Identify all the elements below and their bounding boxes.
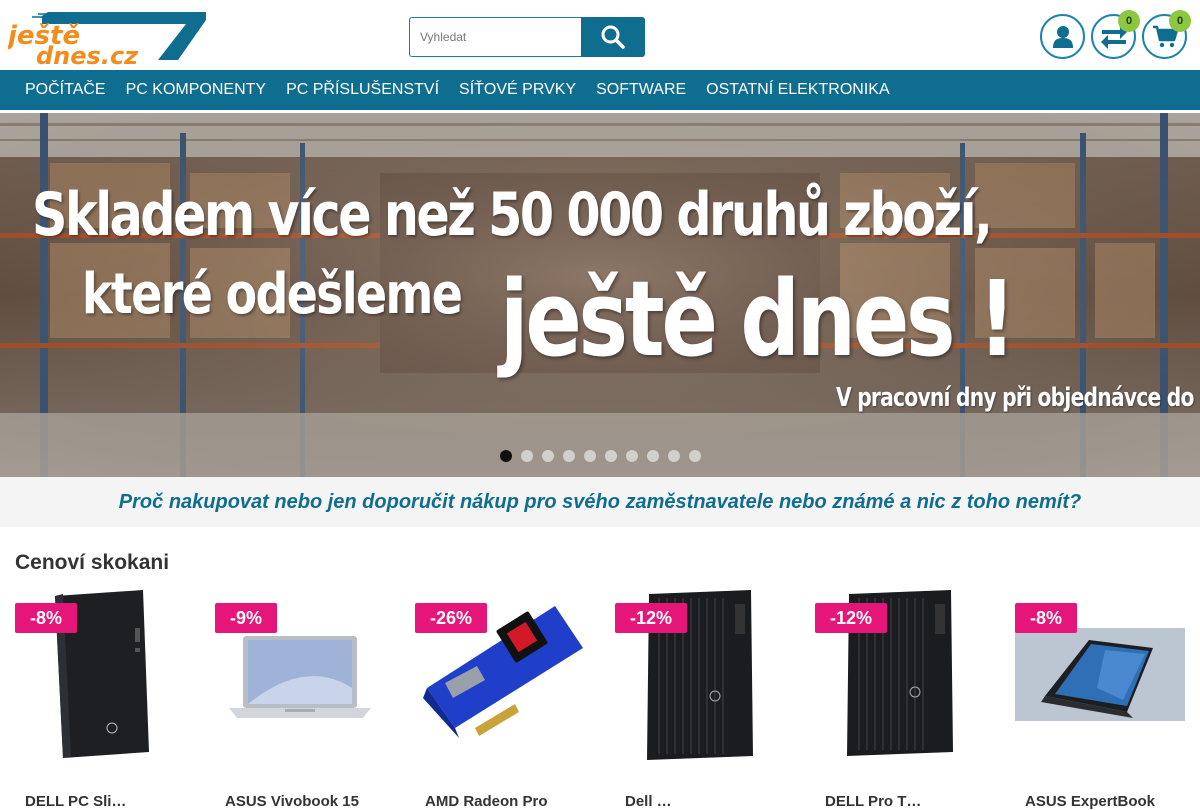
- compare-button[interactable]: 0: [1091, 10, 1140, 59]
- slider-dot[interactable]: [542, 450, 554, 462]
- product-card[interactable]: -8% DELL PC Sli…: [15, 588, 185, 810]
- slider-dot[interactable]: [584, 450, 596, 462]
- search-input[interactable]: [409, 17, 581, 57]
- slider-dot[interactable]: [605, 450, 617, 462]
- product-name[interactable]: DELL Pro T…: [825, 793, 921, 810]
- banner-headline-3: ještě dnes !: [500, 258, 1016, 380]
- section-title: Cenoví skokani: [15, 551, 170, 574]
- logo-link[interactable]: ještě dnes.cz: [4, 10, 208, 70]
- hero-banner[interactable]: Skladem více než 50 000 druhů zboží, kte…: [0, 113, 1200, 477]
- product-name[interactable]: Dell …: [625, 793, 672, 810]
- main-nav: POČÍTAČE PC KOMPONENTY PC PŘÍSLUŠENSTVÍ …: [0, 70, 1200, 110]
- product-name[interactable]: ASUS ExpertBook: [1025, 793, 1155, 810]
- slider-dot[interactable]: [500, 450, 512, 462]
- nav-item-pocitace[interactable]: POČÍTAČE: [15, 70, 116, 110]
- why-text[interactable]: Proč nakupovat nebo jen doporučit nákup …: [119, 491, 1081, 514]
- product-name[interactable]: ASUS Vivobook 15: [225, 793, 359, 810]
- nav-item-ostatni-elektronika[interactable]: OSTATNÍ ELEKTRONIKA: [696, 70, 899, 110]
- nav-item-sitove-prvky[interactable]: SÍŤOVÉ PRVKY: [449, 70, 586, 110]
- logo-text-2: dnes.cz: [36, 42, 139, 66]
- search-button[interactable]: [581, 17, 645, 57]
- site-header: ještě dnes.cz 0: [0, 0, 1200, 70]
- discount-badge: -8%: [1015, 603, 1078, 633]
- product-name[interactable]: DELL PC Sli…: [25, 793, 126, 810]
- banner-headline-2: které odešleme: [82, 262, 463, 327]
- search-icon: [601, 25, 625, 49]
- product-card[interactable]: -12% Dell …: [615, 588, 785, 810]
- nav-item-pc-prislusenstvi[interactable]: PC PŘÍSLUŠENSTVÍ: [276, 70, 449, 110]
- search-bar: [409, 17, 645, 57]
- product-card[interactable]: -26% AMD Radeon Pro: [415, 588, 585, 810]
- discount-badge: -12%: [815, 603, 888, 633]
- slider-dots: [500, 450, 701, 462]
- slider-dot[interactable]: [563, 450, 575, 462]
- product-card[interactable]: -8% ASUS ExpertBook: [1015, 588, 1185, 810]
- discount-badge: -26%: [415, 603, 488, 633]
- logo: ještě dnes.cz: [4, 12, 206, 70]
- slider-dot[interactable]: [521, 450, 533, 462]
- product-name[interactable]: AMD Radeon Pro: [425, 793, 548, 810]
- nav-item-software[interactable]: SOFTWARE: [586, 70, 696, 110]
- product-carousel: -8% DELL PC Sli… -9% ASUS Vivobook 15 -2…: [15, 588, 1185, 810]
- banner-headline-1: Skladem více než 50 000 druhů zboží,: [32, 180, 993, 250]
- discount-badge: -9%: [215, 603, 278, 633]
- account-button[interactable]: [1040, 14, 1085, 59]
- why-strip[interactable]: Proč nakupovat nebo jen doporučit nákup …: [0, 477, 1200, 527]
- cart-count-badge: 0: [1169, 10, 1191, 32]
- compare-count-badge: 0: [1118, 10, 1140, 32]
- discount-badge: -12%: [615, 603, 688, 633]
- slider-dot[interactable]: [689, 450, 701, 462]
- product-card[interactable]: -9% ASUS Vivobook 15: [215, 588, 385, 810]
- nav-item-pc-komponenty[interactable]: PC KOMPONENTY: [116, 70, 276, 110]
- user-icon: [1052, 25, 1073, 48]
- slider-dot[interactable]: [668, 450, 680, 462]
- slider-dot[interactable]: [626, 450, 638, 462]
- cart-button[interactable]: 0: [1142, 10, 1191, 59]
- slider-dot[interactable]: [647, 450, 659, 462]
- banner-subline: V pracovní dny při objednávce do 17h.: [836, 383, 1200, 413]
- product-card[interactable]: -12% DELL Pro T…: [815, 588, 985, 810]
- discount-badge: -8%: [15, 603, 78, 633]
